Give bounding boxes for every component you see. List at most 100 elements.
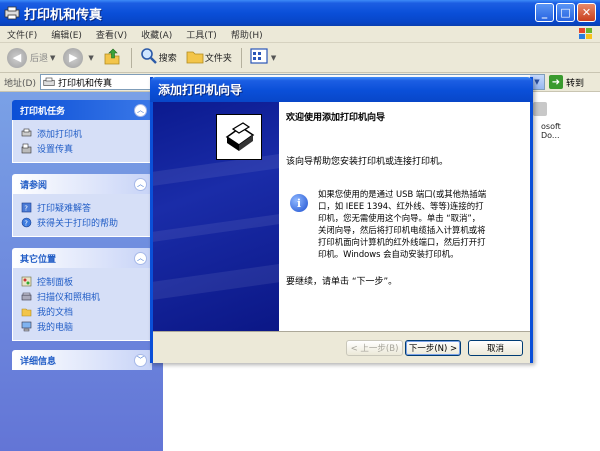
menu-favorites[interactable]: 收藏(A) bbox=[134, 28, 179, 41]
back-button[interactable]: < 上一步(B) bbox=[346, 340, 403, 356]
see-also-panel: 请参阅 ︿ ? 打印疑难解答 ? 获得关于打印的帮助 bbox=[12, 174, 152, 237]
forward-button[interactable]: ▶ ▼ bbox=[60, 46, 96, 70]
info-line: 如果您使用的是通过 USB 端口(或其他热插端 bbox=[318, 189, 487, 199]
printer-item-label[interactable]: osoft Do... bbox=[541, 122, 561, 140]
wizard-title: 添加打印机向导 bbox=[158, 83, 243, 97]
info-line: 印机。Windows 会自动安装打印机。 bbox=[318, 249, 459, 259]
task-label: 控制面板 bbox=[37, 278, 74, 288]
svg-text:?: ? bbox=[24, 205, 28, 213]
task-label: 设置传真 bbox=[37, 145, 74, 155]
wizard-body: 欢迎使用添加打印机向导 该向导帮助您安装打印机或连接打印机。 i 如果您使用的是… bbox=[153, 102, 530, 331]
minimize-button[interactable]: _ bbox=[535, 3, 554, 22]
task-add-printer[interactable]: 添加打印机 bbox=[21, 126, 143, 141]
wizard-heading: 欢迎使用添加打印机向导 bbox=[286, 113, 386, 123]
cancel-button[interactable]: 取消 bbox=[468, 340, 523, 356]
info-icon: i bbox=[290, 194, 308, 212]
views-icon bbox=[249, 46, 269, 69]
my-documents-icon bbox=[21, 306, 32, 317]
folders-button[interactable]: 文件夹 bbox=[182, 46, 235, 70]
task-setup-fax[interactable]: 设置传真 bbox=[21, 141, 143, 156]
menu-view[interactable]: 查看(V) bbox=[89, 28, 134, 41]
scanner-icon bbox=[21, 291, 32, 302]
add-printer-wizard-dialog: 添加打印机向导 欢迎使用添加打印机向导 该向导帮助您安装打印机或连接打印机。 i… bbox=[150, 77, 533, 363]
printer-folder-icon bbox=[4, 6, 20, 20]
folders-label: 文件夹 bbox=[204, 54, 232, 64]
wizard-info-text: 如果您使用的是通过 USB 端口(或其他热插端 口，如 IEEE 1394、红外… bbox=[318, 188, 526, 260]
window-titlebar[interactable]: 打印机和传真 _ □ ✕ bbox=[0, 0, 600, 26]
search-icon bbox=[139, 46, 159, 69]
details-panel: 详细信息 ﹀ bbox=[12, 350, 152, 370]
back-button[interactable]: ◀ 后退 ▼ bbox=[4, 46, 58, 70]
windows-logo-icon bbox=[578, 27, 594, 41]
help-icon: ? bbox=[21, 217, 32, 228]
my-computer-icon bbox=[21, 321, 32, 332]
task-label: 我的电脑 bbox=[37, 323, 74, 333]
address-label: 地址(D) bbox=[4, 78, 36, 89]
menu-bar: 文件(F) 编辑(E) 查看(V) 收藏(A) 工具(T) 帮助(H) bbox=[0, 26, 600, 43]
svg-text:?: ? bbox=[24, 220, 28, 228]
next-button[interactable]: 下一步(N) > bbox=[405, 340, 461, 356]
chevron-up-icon[interactable]: ︿ bbox=[134, 177, 147, 191]
forward-arrow-icon: ▶ bbox=[63, 47, 84, 68]
window-title: 打印机和传真 bbox=[24, 7, 103, 23]
task-label: 扫描仪和照相机 bbox=[37, 293, 101, 303]
place-my-documents[interactable]: 我的文档 bbox=[21, 304, 143, 319]
back-label: 后退 bbox=[30, 54, 49, 64]
menu-edit[interactable]: 编辑(E) bbox=[44, 28, 89, 41]
task-label: 添加打印机 bbox=[37, 130, 83, 140]
panel-body: 控制面板 扫描仪和照相机 我的文档 我的电脑 bbox=[12, 268, 152, 341]
place-scanners-cameras[interactable]: 扫描仪和照相机 bbox=[21, 289, 143, 304]
info-line: 印机，您无需使用这个向导。单击 “取消”， bbox=[318, 213, 481, 223]
panel-title: 请参阅 bbox=[20, 180, 48, 191]
chevron-up-icon[interactable]: ︿ bbox=[134, 103, 147, 117]
details-header[interactable]: 详细信息 ﹀ bbox=[12, 350, 152, 370]
wizard-footer: < 上一步(B) 下一步(N) > 取消 bbox=[153, 331, 530, 363]
toolbar: ◀ 后退 ▼ ▶ ▼ 搜索 文件夹 ▼ bbox=[0, 43, 600, 73]
info-line: 打印机面向计算机的红外线端口，然后打开打 bbox=[318, 237, 486, 247]
help-book-icon: ? bbox=[21, 202, 32, 213]
info-line: 口，如 IEEE 1394、红外线、等等)连接的打 bbox=[318, 201, 484, 211]
go-arrow-icon: ➜ bbox=[548, 75, 563, 89]
up-folder-button[interactable] bbox=[99, 46, 125, 70]
menu-tools[interactable]: 工具(T) bbox=[179, 28, 224, 41]
maximize-button[interactable]: □ bbox=[556, 3, 575, 22]
wizard-side-banner bbox=[153, 102, 279, 331]
toolbar-divider bbox=[240, 47, 242, 68]
control-panel-icon bbox=[21, 276, 32, 287]
place-control-panel[interactable]: 控制面板 bbox=[21, 274, 143, 289]
other-places-panel: 其它位置 ︿ 控制面板 扫描仪和照相机 我的文档 我的电脑 bbox=[12, 248, 152, 341]
panel-body: 添加打印机 设置传真 bbox=[12, 120, 152, 163]
search-button[interactable]: 搜索 bbox=[136, 46, 180, 70]
printer-wizard-icon bbox=[216, 114, 262, 160]
task-print-help[interactable]: ? 获得关于打印的帮助 bbox=[21, 215, 143, 230]
wizard-intro-text: 该向导帮助您安装打印机或连接打印机。 bbox=[286, 157, 449, 167]
toolbar-divider bbox=[130, 47, 132, 68]
task-pane: 打印机任务 ︿ 添加打印机 设置传真 请参阅 ︿ ? 打印疑难解答 ? 获得关于… bbox=[0, 92, 163, 451]
wizard-titlebar[interactable]: 添加打印机向导 bbox=[150, 77, 533, 102]
back-arrow-icon: ◀ bbox=[7, 47, 27, 68]
info-line: 关闭向导，然后将打印机电缆插入计算机或将 bbox=[318, 225, 486, 235]
chevron-down-icon: ▼ bbox=[270, 53, 277, 62]
chevron-down-icon: ▼ bbox=[88, 53, 94, 62]
go-button[interactable]: ➜ 转到 bbox=[548, 75, 584, 89]
address-value: 打印机和传真 bbox=[57, 78, 112, 89]
printer-icon[interactable] bbox=[533, 102, 547, 116]
printer-tasks-header[interactable]: 打印机任务 ︿ bbox=[12, 100, 152, 120]
go-label: 转到 bbox=[565, 78, 584, 89]
task-label: 我的文档 bbox=[37, 308, 74, 318]
chevron-down-icon[interactable]: ﹀ bbox=[134, 353, 147, 367]
see-also-header[interactable]: 请参阅 ︿ bbox=[12, 174, 152, 194]
up-folder-icon bbox=[102, 46, 122, 69]
place-my-computer[interactable]: 我的电脑 bbox=[21, 319, 143, 334]
printer-folder-icon bbox=[43, 77, 55, 88]
task-troubleshoot[interactable]: ? 打印疑难解答 bbox=[21, 200, 143, 215]
close-button[interactable]: ✕ bbox=[577, 3, 596, 22]
other-places-header[interactable]: 其它位置 ︿ bbox=[12, 248, 152, 268]
chevron-up-icon[interactable]: ︿ bbox=[134, 251, 147, 265]
add-printer-icon bbox=[21, 128, 32, 139]
search-label: 搜索 bbox=[158, 54, 177, 64]
menu-file[interactable]: 文件(F) bbox=[0, 28, 44, 41]
menu-help[interactable]: 帮助(H) bbox=[224, 28, 270, 41]
views-button[interactable]: ▼ bbox=[246, 46, 279, 70]
wizard-continue-text: 要继续，请单击 “下一步”。 bbox=[286, 277, 398, 287]
